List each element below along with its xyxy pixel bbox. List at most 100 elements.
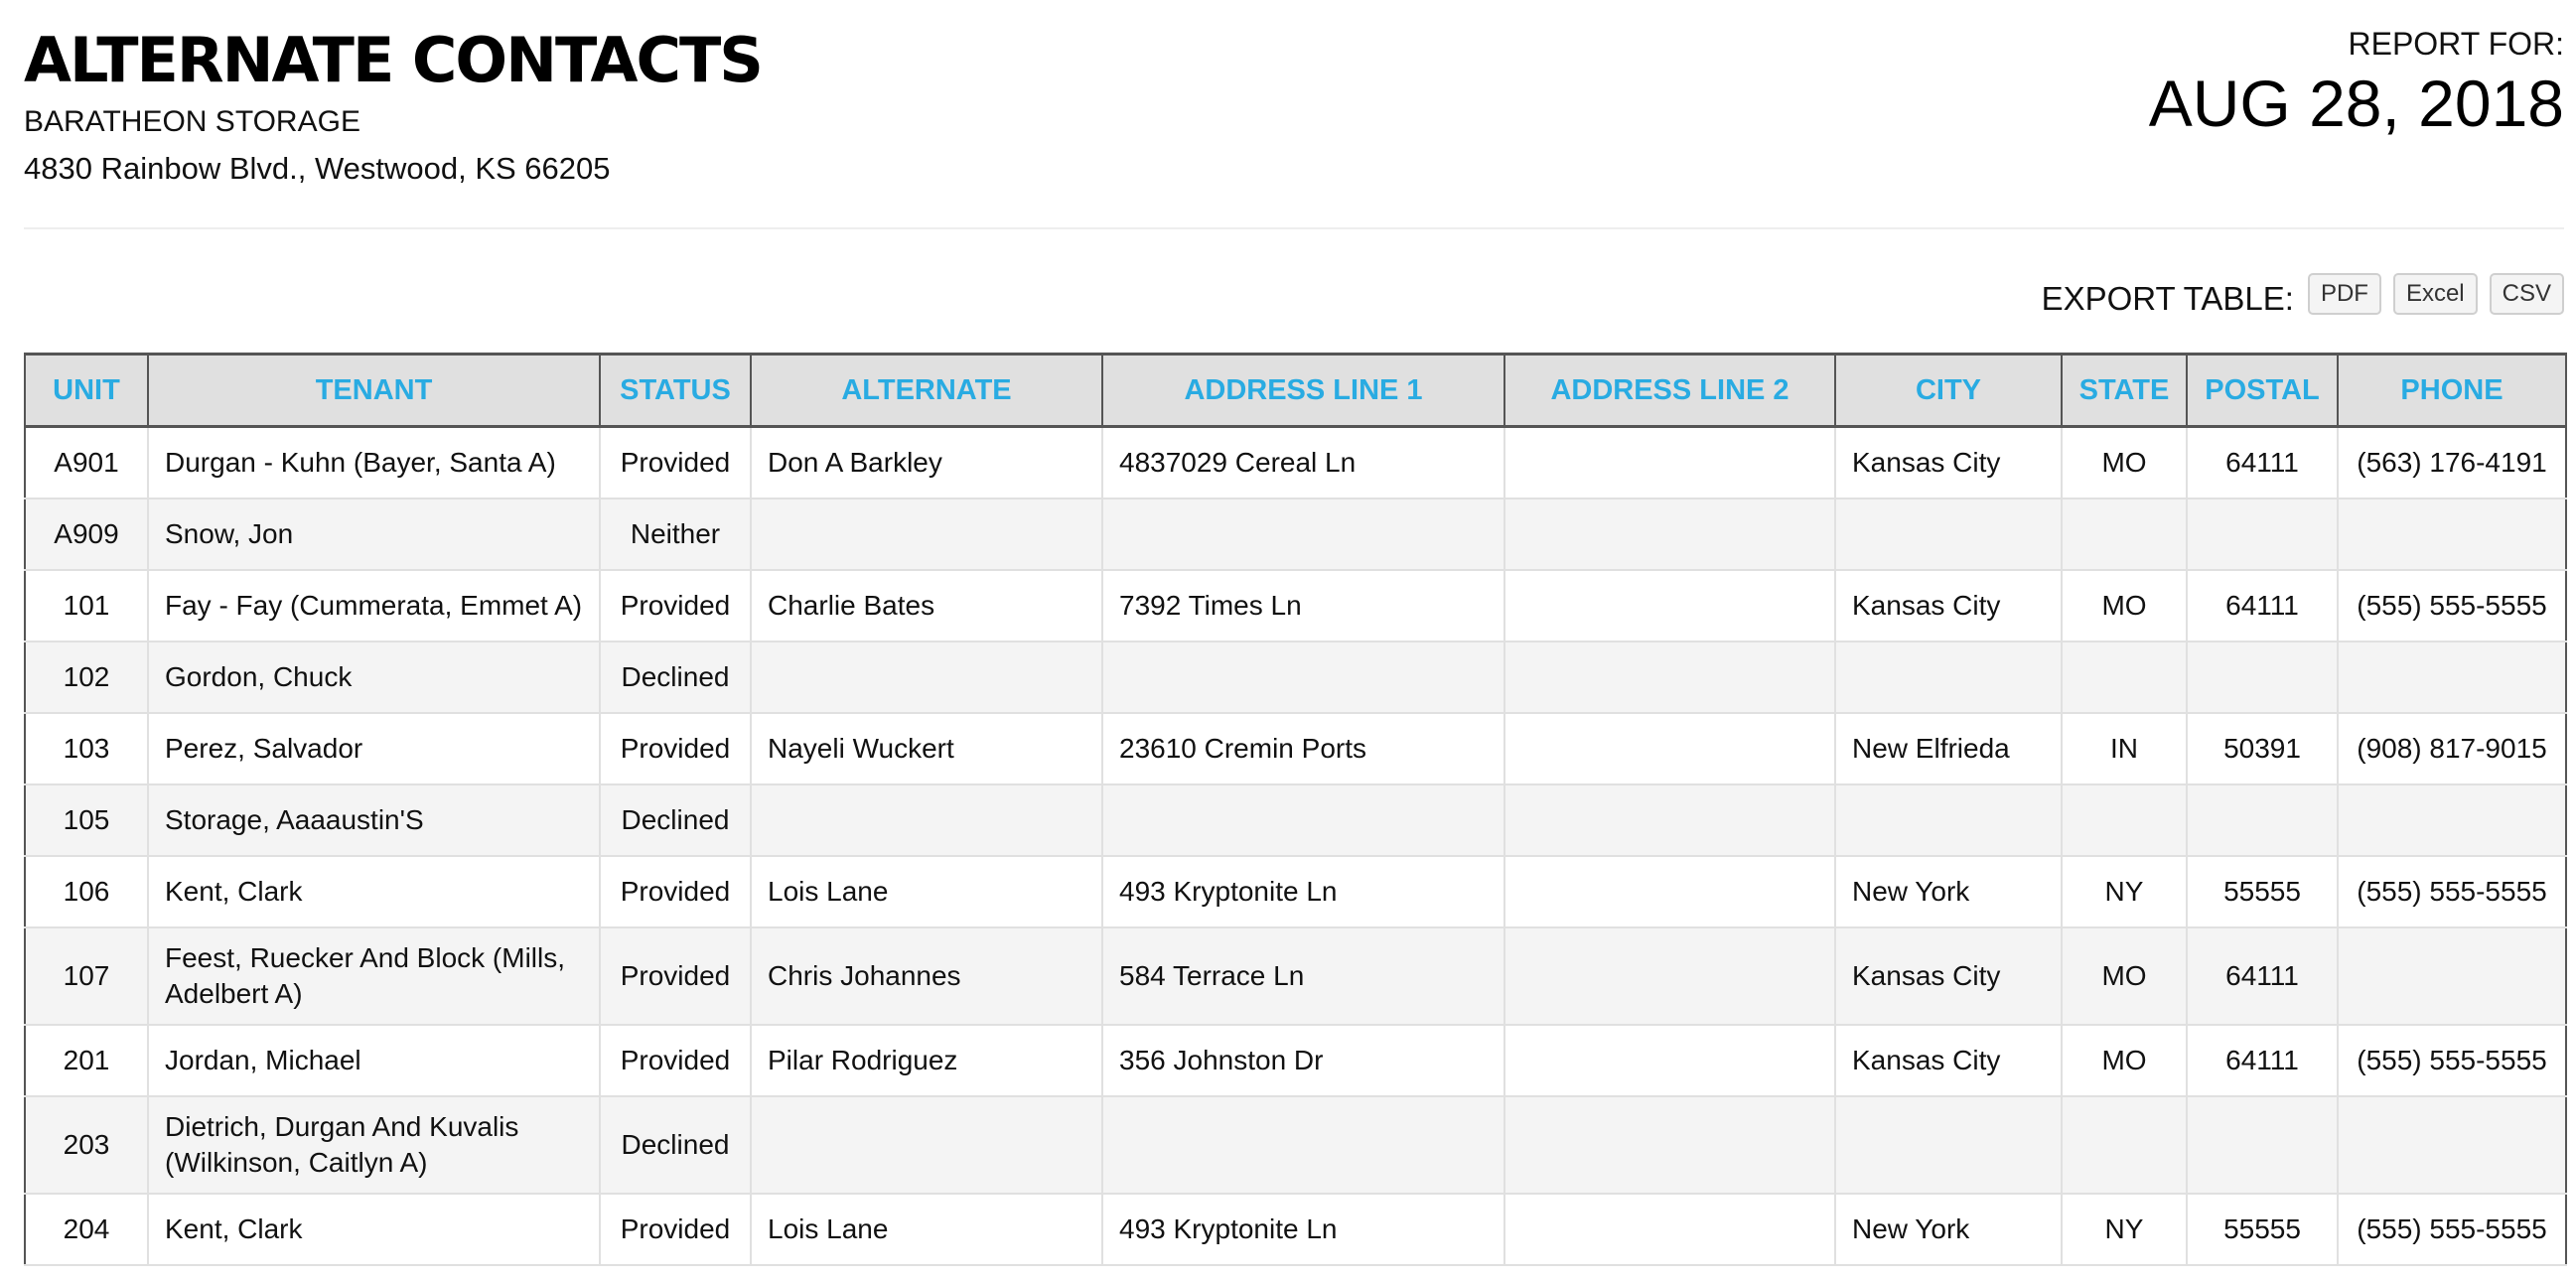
cell-state: MO — [2061, 569, 2188, 642]
cell-state: NY — [2061, 1193, 2188, 1266]
cell-city — [1834, 783, 2063, 857]
cell-tenant: Dietrich, Durgan And Kuvalis (Wilkinson,… — [147, 1095, 601, 1195]
cell-state: NY — [2061, 855, 2188, 928]
cell-state — [2061, 1095, 2188, 1195]
cell-state: MO — [2061, 926, 2188, 1026]
cell-status: Provided — [599, 1193, 752, 1266]
cell-address-line-2 — [1503, 569, 1836, 642]
export-label: EXPORT TABLE: — [2041, 280, 2294, 317]
cell-status: Declined — [599, 783, 752, 857]
export-csv-button[interactable]: CSV — [2489, 272, 2564, 316]
cell-phone: (555) 555-5555 — [2337, 569, 2567, 642]
table-row: 203 Dietrich, Durgan And Kuvalis (Wilkins… — [24, 1095, 2567, 1195]
cell-phone — [2337, 783, 2567, 857]
cell-state: IN — [2061, 712, 2188, 785]
column-header-unit[interactable]: UNIT — [24, 353, 149, 428]
report-date: AUG 28, 2018 — [2148, 67, 2564, 140]
cell-city: Kansas City — [1834, 926, 2063, 1026]
cell-address-line-2 — [1503, 783, 1836, 857]
cell-address-line-2 — [1503, 926, 1836, 1026]
column-header-state[interactable]: STATE — [2061, 353, 2188, 428]
cell-city: New York — [1834, 1193, 2063, 1266]
cell-alternate: Lois Lane — [750, 1193, 1103, 1266]
cell-address-line-1: 493 Kryptonite Ln — [1101, 1193, 1505, 1266]
column-header-postal[interactable]: POSTAL — [2186, 353, 2339, 428]
cell-unit: A901 — [24, 425, 149, 499]
company-address: 4830 Rainbow Blvd., Westwood, KS 66205 — [24, 151, 611, 186]
cell-tenant: Perez, Salvador — [147, 712, 601, 785]
export-excel-button[interactable]: Excel — [2392, 272, 2478, 316]
cell-address-line-2 — [1503, 712, 1836, 785]
table-row: 106 Kent, Clark Provided Lois Lane 493 Krypt… — [24, 855, 2567, 928]
column-header-address-line-1[interactable]: ADDRESS LINE 1 — [1101, 353, 1505, 428]
cell-address-line-1: 23610 Cremin Ports — [1101, 712, 1505, 785]
table-row: 204 Kent, Clark Provided Lois Lane 493 Krypt… — [24, 1193, 2567, 1266]
report-for-label: REPORT FOR: — [2348, 26, 2564, 62]
cell-address-line-1: 356 Johnston Dr — [1101, 1024, 1505, 1097]
cell-state — [2061, 498, 2188, 571]
table-header-row: UNIT TENANT STATUS ALTERNATE ADDRESS LIN… — [24, 353, 2567, 428]
cell-status: Neither — [599, 498, 752, 571]
cell-status: Provided — [599, 1024, 752, 1097]
header-divider — [24, 227, 2564, 229]
cell-address-line-1 — [1101, 498, 1505, 571]
cell-unit: 105 — [24, 783, 149, 857]
cell-unit: A909 — [24, 498, 149, 571]
column-header-address-line-2[interactable]: ADDRESS LINE 2 — [1503, 353, 1836, 428]
cell-phone — [2337, 926, 2567, 1026]
cell-address-line-2 — [1503, 640, 1836, 714]
cell-unit: 101 — [24, 569, 149, 642]
cell-address-line-1 — [1101, 783, 1505, 857]
cell-unit: 107 — [24, 926, 149, 1026]
column-header-status[interactable]: STATUS — [599, 353, 752, 428]
table-row: A909 Snow, Jon Neither — [24, 498, 2567, 571]
cell-phone: (563) 176-4191 — [2337, 425, 2567, 499]
cell-address-line-2 — [1503, 425, 1836, 499]
cell-alternate — [750, 1095, 1103, 1195]
cell-address-line-1 — [1101, 1095, 1505, 1195]
cell-postal: 50391 — [2186, 712, 2339, 785]
column-header-tenant[interactable]: TENANT — [147, 353, 601, 428]
cell-alternate: Don A Barkley — [750, 425, 1103, 499]
cell-phone — [2337, 498, 2567, 571]
cell-state: MO — [2061, 1024, 2188, 1097]
cell-address-line-2 — [1503, 855, 1836, 928]
cell-phone: (555) 555-5555 — [2337, 1193, 2567, 1266]
cell-tenant: Kent, Clark — [147, 1193, 601, 1266]
cell-city: New Elfrieda — [1834, 712, 2063, 785]
cell-tenant: Durgan - Kuhn (Bayer, Santa A) — [147, 425, 601, 499]
cell-address-line-1 — [1101, 640, 1505, 714]
alternate-contacts-table: UNIT TENANT STATUS ALTERNATE ADDRESS LIN… — [24, 353, 2567, 1266]
cell-alternate — [750, 783, 1103, 857]
cell-tenant: Storage, Aaaaustin'S — [147, 783, 601, 857]
cell-phone: (555) 555-5555 — [2337, 1024, 2567, 1097]
cell-address-line-1: 584 Terrace Ln — [1101, 926, 1505, 1026]
cell-postal — [2186, 783, 2339, 857]
cell-status: Declined — [599, 1095, 752, 1195]
cell-city: Kansas City — [1834, 425, 2063, 499]
cell-state — [2061, 640, 2188, 714]
cell-postal: 55555 — [2186, 855, 2339, 928]
page-title: ALTERNATE CONTACTS — [24, 24, 764, 96]
cell-alternate: Nayeli Wuckert — [750, 712, 1103, 785]
cell-address-line-1: 4837029 Cereal Ln — [1101, 425, 1505, 499]
company-name: BARATHEON STORAGE — [24, 105, 360, 138]
cell-address-line-1: 493 Kryptonite Ln — [1101, 855, 1505, 928]
column-header-city[interactable]: CITY — [1834, 353, 2063, 428]
cell-postal — [2186, 498, 2339, 571]
cell-status: Provided — [599, 855, 752, 928]
cell-postal — [2186, 1095, 2339, 1195]
cell-city — [1834, 498, 2063, 571]
column-header-phone[interactable]: PHONE — [2337, 353, 2567, 428]
cell-alternate: Pilar Rodriguez — [750, 1024, 1103, 1097]
cell-tenant: Gordon, Chuck — [147, 640, 601, 714]
cell-alternate: Charlie Bates — [750, 569, 1103, 642]
cell-unit: 102 — [24, 640, 149, 714]
export-pdf-button[interactable]: PDF — [2307, 272, 2381, 316]
cell-address-line-2 — [1503, 1095, 1836, 1195]
cell-postal: 64111 — [2186, 1024, 2339, 1097]
cell-postal — [2186, 640, 2339, 714]
column-header-alternate[interactable]: ALTERNATE — [750, 353, 1103, 428]
cell-unit: 203 — [24, 1095, 149, 1195]
cell-address-line-2 — [1503, 1193, 1836, 1266]
